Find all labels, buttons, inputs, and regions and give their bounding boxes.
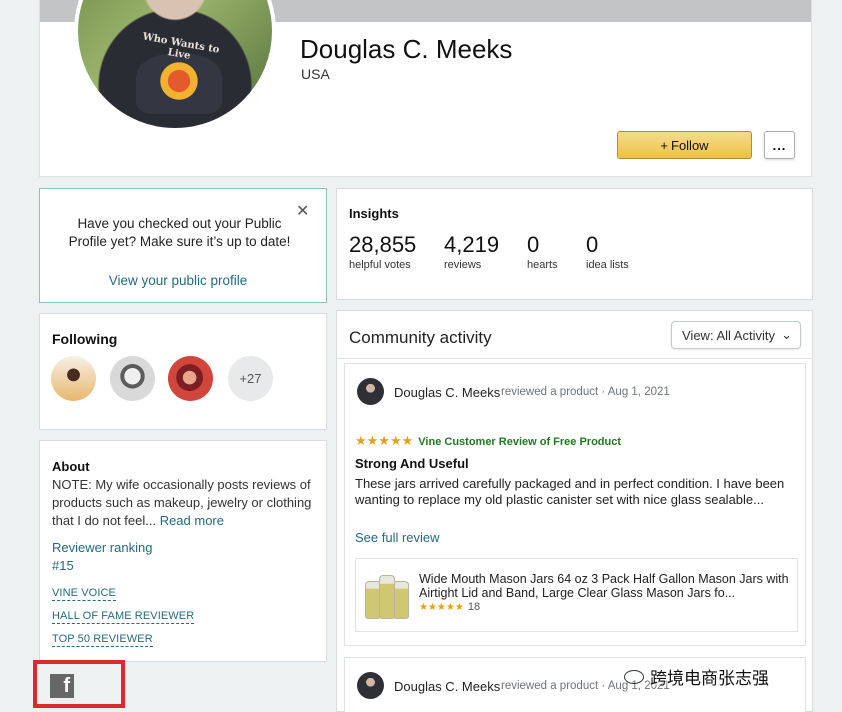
community-activity-title: Community activity: [349, 328, 492, 347]
public-profile-notice: ✕ Have you checked out your Public Profi…: [39, 188, 327, 303]
see-full-review-link[interactable]: See full review: [355, 530, 440, 545]
following-avatar[interactable]: [51, 356, 96, 401]
review-body: These jars arrived carefully packaged an…: [355, 476, 785, 508]
insights-title: Insights: [349, 206, 399, 221]
activity-filter-select[interactable]: View: All Activity ⌄: [671, 321, 801, 349]
jar-shape: [393, 581, 409, 619]
stat-value: 4,219: [444, 232, 500, 257]
about-card: About NOTE: My wife occasionally posts r…: [39, 440, 327, 662]
product-title[interactable]: Wide Mouth Mason Jars 64 oz 3 Pack Half …: [419, 572, 791, 600]
chevron-down-icon: ⌄: [781, 327, 792, 342]
view-public-profile-link[interactable]: View your public profile: [40, 273, 316, 288]
about-title: About: [52, 459, 90, 474]
stat-value: 28,855: [349, 232, 417, 257]
review-activity-item: Douglas C. Meeks reviewed a product · Au…: [344, 363, 806, 646]
close-icon[interactable]: ✕: [296, 201, 309, 220]
badge-vine-voice[interactable]: VINE VOICE: [52, 587, 116, 601]
about-text: NOTE: My wife occasionally posts reviews…: [52, 476, 320, 530]
product-card[interactable]: Wide Mouth Mason Jars 64 oz 3 Pack Half …: [355, 558, 798, 632]
review-body-line: These jars arrived carefully packaged an…: [355, 476, 785, 491]
follow-button[interactable]: + Follow: [617, 131, 752, 159]
stat-idea-lists: 0 idea lists: [586, 232, 629, 271]
stat-label: helpful votes: [349, 259, 411, 271]
reviewer-ranking-label[interactable]: Reviewer ranking: [52, 540, 152, 555]
insights-card: Insights 28,855 helpful votes 4,219 revi…: [336, 188, 813, 300]
stat-label: idea lists: [586, 259, 629, 271]
community-activity-card: Community activity View: All Activity ⌄ …: [336, 310, 813, 712]
vine-label: Vine Customer Review of Free Product: [418, 435, 622, 448]
stat-value: 0: [527, 232, 540, 257]
stat-value: 0: [586, 232, 599, 257]
badge-hall-of-fame[interactable]: HALL OF FAME REVIEWER: [52, 610, 195, 624]
highlight-box: [33, 660, 125, 708]
product-image[interactable]: [365, 572, 410, 619]
watermark: 跨境电商张志强: [624, 664, 769, 689]
reviewer-ranking-value[interactable]: #15: [52, 558, 74, 573]
review-body-line: wanting to replace my old plastic canist…: [355, 492, 764, 507]
profile-header-card: Who Wants to Live Douglas C. Meeks USA +…: [39, 0, 812, 177]
following-avatar[interactable]: [168, 356, 213, 401]
facebook-icon[interactable]: f: [50, 674, 74, 698]
stat-label: hearts: [527, 259, 558, 271]
profile-page: Who Wants to Live Douglas C. Meeks USA +…: [0, 0, 842, 712]
profile-country: USA: [301, 66, 330, 82]
stat-label: reviews: [444, 259, 482, 271]
star-rating: ★★★★★: [419, 601, 464, 613]
star-rating: ★★★★★: [355, 434, 414, 449]
watermark-text: 跨境电商张志强: [650, 669, 769, 689]
following-card: Following +27: [39, 313, 327, 430]
reviewer-avatar[interactable]: [357, 672, 384, 699]
product-rating-count: 18: [467, 601, 481, 613]
more-options-button[interactable]: ...: [764, 131, 795, 159]
follow-label: Follow: [671, 137, 709, 153]
wechat-icon: [624, 669, 644, 684]
following-more-count[interactable]: +27: [228, 356, 273, 401]
reviewer-name[interactable]: Douglas C. Meeks: [394, 385, 500, 400]
activity-filter-label: View: All Activity: [682, 327, 775, 343]
following-avatar[interactable]: [110, 356, 155, 401]
jar-shape: [379, 575, 395, 619]
badge-top-50[interactable]: TOP 50 REVIEWER: [52, 633, 153, 647]
reviewer-avatar[interactable]: [357, 378, 384, 405]
profile-name: Douglas C. Meeks: [300, 34, 513, 64]
plus-icon: +: [660, 137, 668, 153]
following-title: Following: [52, 331, 118, 347]
product-rating: ★★★★★ 18: [419, 601, 480, 613]
read-more-link[interactable]: Read more: [160, 513, 224, 528]
divider: [337, 358, 812, 359]
notice-text: Have you checked out your Public Profile…: [68, 216, 291, 249]
stat-hearts: 0 hearts: [527, 232, 558, 271]
reviewer-name[interactable]: Douglas C. Meeks: [394, 679, 500, 694]
review-title[interactable]: Strong And Useful: [355, 456, 469, 471]
review-meta: reviewed a product · Aug 1, 2021: [501, 386, 670, 398]
stat-helpful-votes: 28,855 helpful votes: [349, 232, 416, 271]
profile-avatar: Who Wants to Live: [74, 0, 276, 132]
stat-reviews: 4,219 reviews: [444, 232, 499, 271]
vine-label-row: ★★★★★ Vine Customer Review of Free Produ…: [355, 434, 621, 449]
